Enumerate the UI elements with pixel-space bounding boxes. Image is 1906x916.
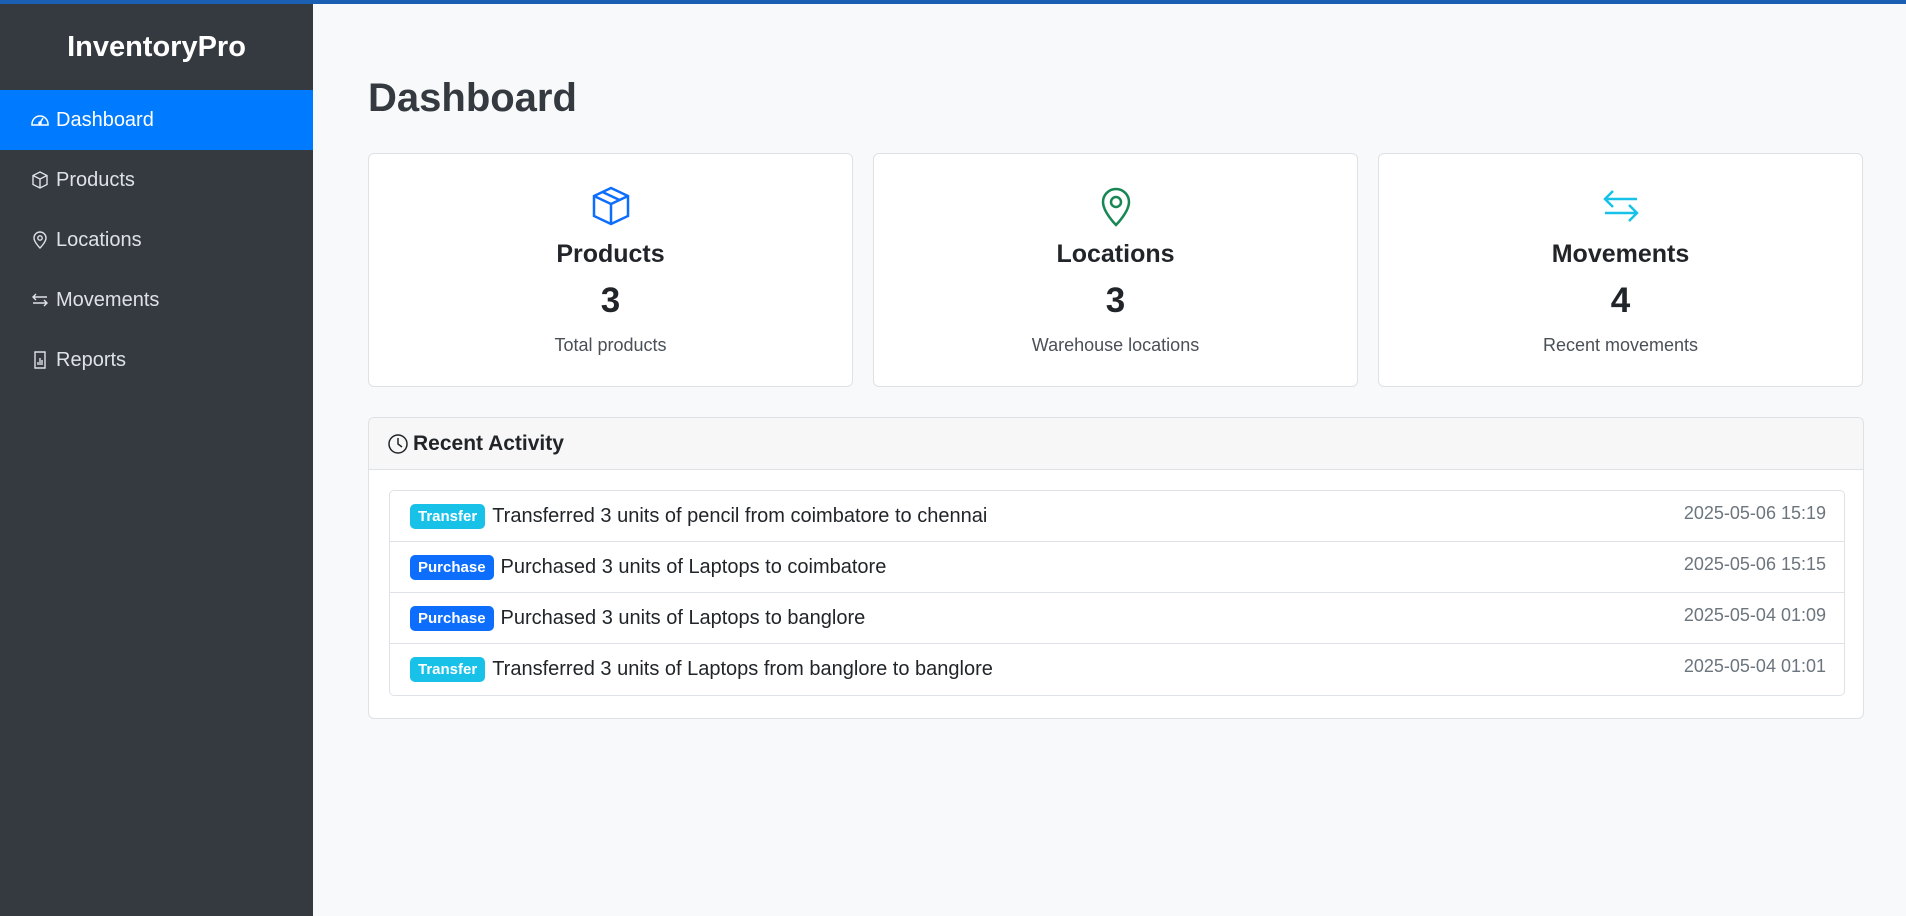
sidebar-item-products[interactable]: Products — [0, 150, 313, 210]
card-value: 3 — [600, 281, 621, 320]
box-icon — [32, 171, 48, 189]
list-item[interactable]: Purchase Purchased 3 units of Laptops to… — [390, 542, 1844, 593]
card-movements: Movements 4 Recent movements — [1378, 153, 1863, 387]
card-products: Products 3 Total products — [368, 153, 853, 387]
sidebar-item-label: Locations — [56, 228, 142, 251]
activity-text: Transferred 3 units of pencil from coimb… — [492, 504, 988, 527]
sidebar-item-label: Reports — [56, 348, 127, 371]
sidebar-item-label: Dashboard — [56, 108, 154, 131]
brand-logo[interactable]: InventoryPro — [0, 0, 313, 90]
map-pin-icon — [1101, 187, 1130, 227]
sidebar-item-label: Products — [56, 168, 135, 191]
sidebar-item-movements[interactable]: Movements — [0, 270, 313, 330]
recent-activity-panel: Recent Activity Transfer Transferred 3 u… — [368, 417, 1864, 719]
activity-text: Purchased 3 units of Laptops to coimbato… — [500, 555, 887, 578]
card-value: 3 — [1105, 281, 1126, 320]
sidebar: InventoryPro Dashboard Products Location… — [0, 0, 313, 916]
box-icon — [592, 186, 629, 226]
recent-activity-header: Recent Activity — [369, 418, 1863, 470]
card-subtitle: Recent movements — [1542, 335, 1699, 355]
card-title: Movements — [1551, 240, 1690, 268]
arrows-exchange-icon — [1602, 190, 1639, 222]
card-subtitle: Total products — [554, 335, 667, 355]
clock-icon — [388, 433, 408, 454]
list-item[interactable]: Transfer Transferred 3 units of Laptops … — [390, 644, 1844, 695]
top-accent-bar — [0, 0, 1906, 4]
summary-cards: Products 3 Total products Locations 3 Wa… — [368, 153, 1863, 387]
list-item[interactable]: Purchase Purchased 3 units of Laptops to… — [390, 593, 1844, 644]
card-title: Locations — [1056, 240, 1175, 268]
card-value: 4 — [1610, 281, 1631, 320]
arrows-exchange-icon — [32, 293, 48, 307]
type-badge: Transfer — [410, 657, 486, 682]
sidebar-item-locations[interactable]: Locations — [0, 210, 313, 270]
type-badge: Purchase — [410, 554, 494, 580]
card-subtitle: Warehouse locations — [1031, 335, 1200, 355]
bar-chart-file-icon — [34, 351, 46, 369]
activity-timestamp: 2025-05-06 15:19 — [1683, 503, 1826, 523]
map-pin-icon — [33, 231, 47, 249]
recent-activity-title: Recent Activity — [413, 431, 564, 455]
type-badge: Purchase — [410, 605, 494, 631]
card-locations: Locations 3 Warehouse locations — [873, 153, 1358, 387]
list-item[interactable]: Transfer Transferred 3 units of pencil f… — [390, 491, 1844, 542]
sidebar-item-label: Movements — [56, 288, 160, 311]
sidebar-item-reports[interactable]: Reports — [0, 330, 313, 390]
activity-text: Purchased 3 units of Laptops to banglore — [500, 606, 866, 629]
card-title: Products — [556, 240, 665, 268]
activity-timestamp: 2025-05-04 01:01 — [1683, 656, 1826, 676]
activity-list: Transfer Transferred 3 units of pencil f… — [389, 490, 1845, 696]
activity-timestamp: 2025-05-04 01:09 — [1683, 605, 1826, 625]
main-content: Dashboard Products 3 Total products Loca… — [313, 4, 1906, 916]
sidebar-item-dashboard[interactable]: Dashboard — [0, 90, 313, 150]
type-badge: Transfer — [410, 503, 486, 529]
speedometer-icon — [31, 115, 49, 126]
activity-text: Transferred 3 units of Laptops from bang… — [492, 658, 993, 680]
page-title: Dashboard — [368, 76, 577, 120]
activity-timestamp: 2025-05-06 15:15 — [1683, 554, 1826, 574]
